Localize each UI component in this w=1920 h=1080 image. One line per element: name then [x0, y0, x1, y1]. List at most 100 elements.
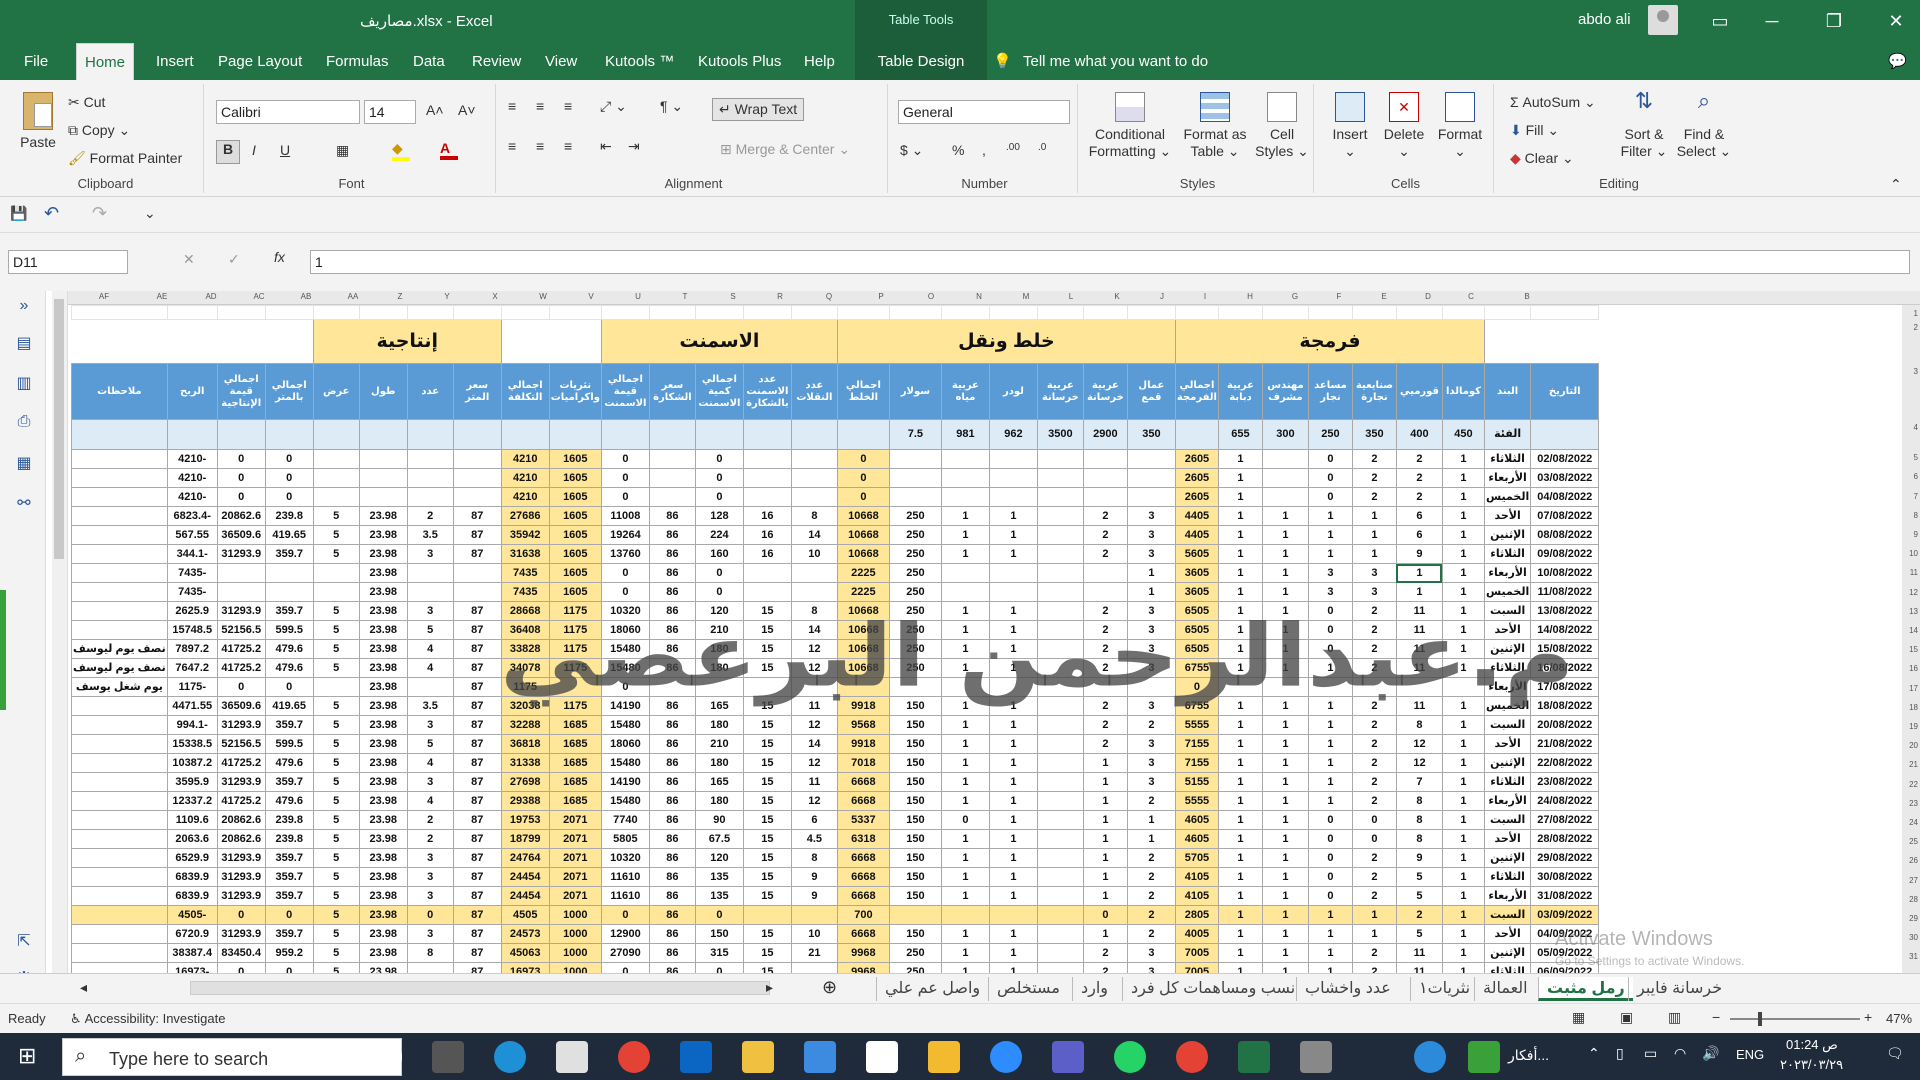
clock-date[interactable]: ٢٠٢٣/٠٣/٢٩: [1780, 1057, 1843, 1073]
cell[interactable]: [216, 582, 266, 602]
row-number[interactable]: 12: [1909, 588, 1918, 597]
cell[interactable]: 0: [600, 487, 650, 507]
cell[interactable]: 5: [312, 544, 360, 564]
cell[interactable]: 4005: [1174, 924, 1219, 944]
cell[interactable]: 23.98: [358, 506, 408, 526]
column-header[interactable]: عربية مياه: [940, 363, 990, 420]
cell[interactable]: 31/08/2022: [1530, 886, 1600, 906]
cell[interactable]: [71, 905, 168, 925]
cell[interactable]: 10320: [600, 848, 650, 868]
cell[interactable]: 21/08/2022: [1530, 734, 1600, 754]
cell[interactable]: 160: [694, 544, 744, 564]
tab-data[interactable]: Data: [405, 43, 453, 80]
cell[interactable]: [452, 449, 502, 469]
cell[interactable]: 5: [406, 620, 454, 640]
cell[interactable]: [406, 582, 454, 602]
cell[interactable]: 86: [648, 753, 696, 773]
cell[interactable]: 86: [648, 924, 696, 944]
cell[interactable]: [71, 867, 168, 887]
cell[interactable]: 11/08/2022: [1530, 582, 1600, 602]
cell[interactable]: 5: [312, 848, 360, 868]
column-header[interactable]: لودر: [988, 363, 1038, 420]
cell[interactable]: 15: [742, 715, 792, 735]
cell[interactable]: 86: [648, 829, 696, 849]
cell[interactable]: 1: [1261, 582, 1309, 602]
cell[interactable]: 1: [940, 753, 990, 773]
cell[interactable]: 23.98: [358, 563, 408, 583]
cell[interactable]: 1: [1217, 449, 1263, 469]
cell[interactable]: 1: [1082, 810, 1128, 830]
cell[interactable]: 4605: [1174, 829, 1219, 849]
cell[interactable]: 0: [264, 468, 314, 488]
column-letter[interactable]: T: [661, 292, 709, 301]
cell[interactable]: 1: [988, 829, 1038, 849]
cell[interactable]: 1: [940, 829, 990, 849]
chrome-profile-icon[interactable]: [1176, 1041, 1208, 1073]
cell[interactable]: 4.5: [790, 829, 838, 849]
cell[interactable]: [71, 772, 168, 792]
cell[interactable]: 38387.4: [166, 943, 218, 963]
cell[interactable]: 1: [1441, 734, 1485, 754]
cell[interactable]: 20862.6: [216, 810, 266, 830]
cell[interactable]: 11610: [600, 867, 650, 887]
cell[interactable]: [71, 563, 168, 583]
cell[interactable]: 1: [1126, 582, 1176, 602]
formula-input[interactable]: 1: [310, 250, 1910, 274]
column-header[interactable]: البند: [1483, 363, 1532, 420]
tab-review[interactable]: Review: [464, 43, 529, 80]
cell[interactable]: [790, 468, 838, 488]
cell[interactable]: 128: [694, 506, 744, 526]
cell[interactable]: 2: [1126, 905, 1176, 925]
cell[interactable]: 150: [694, 924, 744, 944]
price-cell[interactable]: [1530, 419, 1600, 450]
cell[interactable]: 1: [1351, 525, 1397, 545]
column-letter[interactable]: N: [955, 292, 1003, 301]
cell[interactable]: [1036, 544, 1084, 564]
cell[interactable]: 3: [406, 924, 454, 944]
sheet-icon[interactable]: ▥: [12, 373, 36, 393]
row-number[interactable]: 5: [1914, 453, 1918, 462]
cell[interactable]: 5: [312, 829, 360, 849]
cell[interactable]: 20/08/2022: [1530, 715, 1600, 735]
cell[interactable]: 1: [1307, 734, 1353, 754]
cell[interactable]: 359.7: [264, 715, 314, 735]
cell[interactable]: 4471.55: [166, 696, 218, 716]
column-header[interactable]: الربح: [166, 363, 218, 420]
column-header[interactable]: كومالدا: [1441, 363, 1485, 420]
cell[interactable]: [312, 487, 360, 507]
row-number[interactable]: 24: [1909, 818, 1918, 827]
cell[interactable]: -1175: [166, 677, 218, 697]
cell[interactable]: [452, 468, 502, 488]
cell[interactable]: [1036, 563, 1084, 583]
cell[interactable]: 0: [1351, 810, 1397, 830]
cell[interactable]: 1: [940, 506, 990, 526]
cell[interactable]: 1: [1261, 943, 1309, 963]
cell[interactable]: 6839.9: [166, 886, 218, 906]
cell[interactable]: 15: [742, 829, 792, 849]
cell[interactable]: 1: [1217, 563, 1263, 583]
cell[interactable]: 0: [264, 905, 314, 925]
cell[interactable]: 15: [742, 772, 792, 792]
column-letter[interactable]: X: [471, 292, 519, 301]
cell[interactable]: 7740: [600, 810, 650, 830]
find-select-button[interactable]: ⌕ Find & Select ⌄: [1674, 90, 1734, 160]
column-letter[interactable]: G: [1273, 292, 1317, 301]
cell[interactable]: [1174, 305, 1219, 320]
cell[interactable]: [648, 449, 696, 469]
cell[interactable]: 4210: [500, 487, 550, 507]
cell[interactable]: 1685: [548, 753, 602, 773]
cell[interactable]: 2: [1351, 886, 1397, 906]
cell[interactable]: 12: [1395, 753, 1443, 773]
vertical-scrollbar[interactable]: [52, 291, 68, 973]
cell[interactable]: 5155: [1174, 772, 1219, 792]
row-number[interactable]: 10: [1909, 549, 1918, 558]
enter-icon[interactable]: ✓: [228, 251, 240, 268]
cell[interactable]: -4210: [166, 468, 218, 488]
cell[interactable]: 2: [1351, 753, 1397, 773]
cell[interactable]: 239.8: [264, 829, 314, 849]
cell[interactable]: 5: [312, 601, 360, 621]
cell[interactable]: 1000: [548, 924, 602, 944]
cell[interactable]: [988, 905, 1038, 925]
cell[interactable]: [1217, 305, 1263, 320]
cell[interactable]: 0: [694, 449, 744, 469]
